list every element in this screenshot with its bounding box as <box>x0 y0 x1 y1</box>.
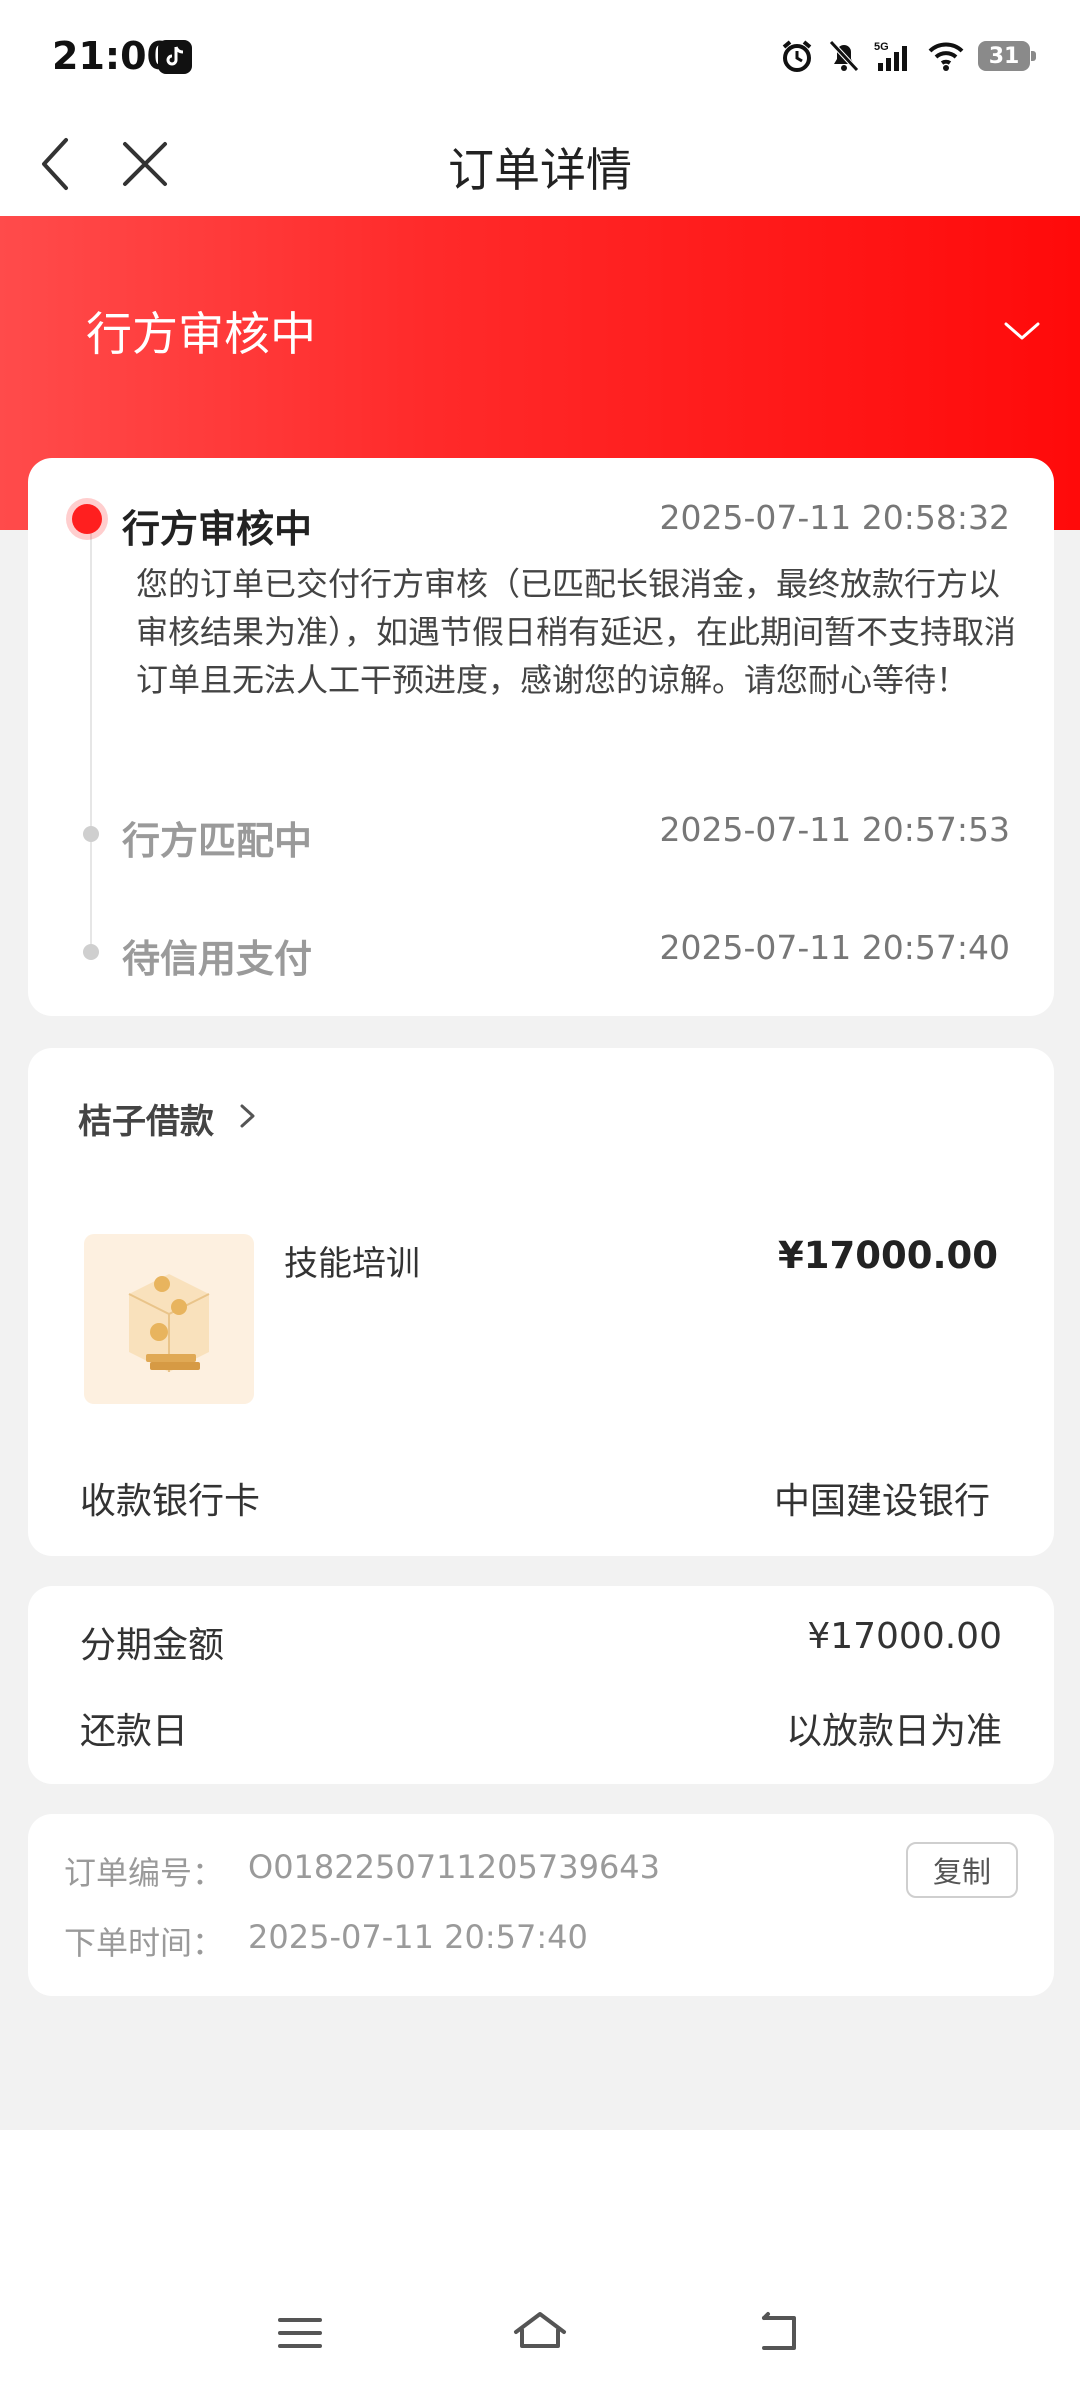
order-number-label: 订单编号： <box>64 1854 225 1892</box>
menu-icon[interactable] <box>270 2308 330 2358</box>
timeline-step-time: 2025-07-11 20:57:53 <box>659 810 1010 849</box>
bank-card-value: 中国建设银行 <box>773 1481 990 1522</box>
status-time: 21:00 <box>52 34 173 78</box>
status-icons: 5G 31 <box>780 36 1036 76</box>
timeline-step-title: 行方审核中 <box>122 507 313 551</box>
status-banner-title: 行方审核中 <box>86 307 316 361</box>
timeline-dot-active <box>72 504 102 534</box>
tiktok-icon <box>158 40 192 74</box>
installment-amount-label: 分期金额 <box>80 1625 225 1666</box>
installment-amount-value: ¥17000.00 <box>807 1616 1002 1657</box>
merchant-card: 桔子借款 技能培训 ¥17000.00 收款银行卡 中国建设银行 <box>28 1048 1054 1556</box>
timeline-step-title: 待信用支付 <box>122 937 313 981</box>
back-icon[interactable] <box>750 2308 810 2358</box>
timeline-dot <box>83 944 99 960</box>
wifi-icon <box>928 42 964 71</box>
svg-text:5G: 5G <box>874 41 889 53</box>
repayment-day-label: 还款日 <box>80 1711 189 1752</box>
timeline-line <box>90 520 92 950</box>
mute-bell-icon <box>829 40 859 72</box>
timeline-step-time: 2025-07-11 20:58:32 <box>659 498 1010 537</box>
timeline-step-title: 行方匹配中 <box>122 819 313 863</box>
timeline-step-time: 2025-07-11 20:57:40 <box>659 928 1010 967</box>
order-time-label: 下单时间： <box>64 1924 225 1962</box>
product-name: 技能培训 <box>284 1244 420 1284</box>
product-image <box>84 1234 254 1404</box>
chevron-down-icon[interactable] <box>1000 316 1044 346</box>
nav-bar: 订单详情 <box>0 112 1080 216</box>
chevron-right-icon[interactable] <box>238 1100 258 1132</box>
alarm-icon <box>782 40 812 72</box>
bottom-area <box>0 2130 1080 2400</box>
signal-icon: 5G <box>874 41 907 71</box>
order-time-value: 2025-07-11 20:57:40 <box>248 1918 588 1956</box>
merchant-name[interactable]: 桔子借款 <box>78 1094 214 1143</box>
home-icon[interactable] <box>510 2308 570 2358</box>
order-timeline-card: 行方审核中 2025-07-11 20:58:32 您的订单已交付行方审核（已匹… <box>28 458 1054 1016</box>
battery-level: 31 <box>988 43 1020 69</box>
bank-card-label: 收款银行卡 <box>80 1481 261 1522</box>
page-title: 订单详情 <box>448 143 632 197</box>
order-number-value: O0182250711205739643 <box>248 1848 661 1886</box>
status-bar: 21:00 5G 31 <box>0 0 1080 112</box>
timeline-step-description: 您的订单已交付行方审核（已匹配长银消金，最终放款行方以审核结果为准），如遇节假日… <box>136 565 1017 699</box>
timeline-dot <box>83 826 99 842</box>
installment-card: 分期金额 ¥17000.00 还款日 以放款日为准 <box>28 1586 1054 1784</box>
battery-icon: 31 <box>978 41 1036 71</box>
product-price: ¥17000.00 <box>777 1234 998 1277</box>
copy-button[interactable]: 复制 <box>906 1842 1018 1898</box>
repayment-day-value: 以放款日为准 <box>785 1711 1002 1752</box>
order-info-card: 订单编号： O0182250711205739643 复制 下单时间： 2025… <box>28 1814 1054 1996</box>
